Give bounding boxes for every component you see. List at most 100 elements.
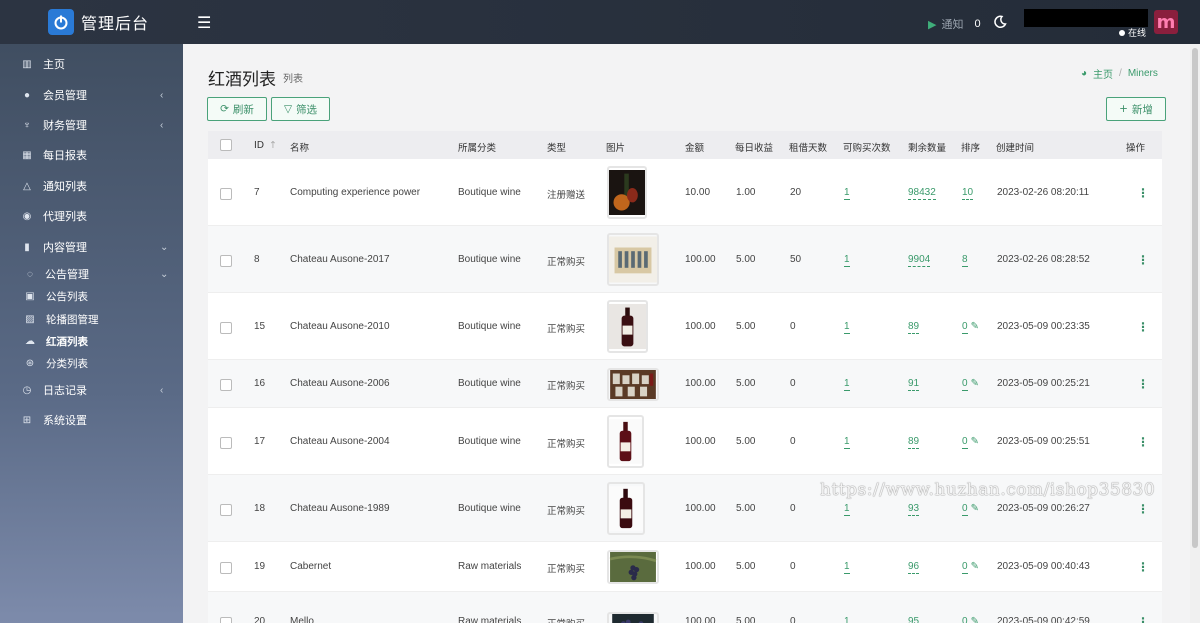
column-header[interactable]: ID bbox=[254, 140, 264, 151]
wine-thumbnail[interactable] bbox=[607, 368, 659, 401]
wine-thumbnail[interactable] bbox=[607, 300, 648, 353]
sidebar-item-finance[interactable]: ♆ 财务管理 ‹ bbox=[0, 114, 183, 136]
plus-icon: + bbox=[1119, 103, 1128, 115]
edit-icon[interactable]: ✎ bbox=[971, 616, 979, 623]
cell-remain[interactable]: 95 bbox=[908, 616, 919, 623]
brand[interactable]: 管理后台 bbox=[0, 0, 183, 44]
sort-value[interactable]: 0 bbox=[962, 436, 968, 449]
cell-times[interactable]: 1 bbox=[844, 561, 850, 574]
wine-thumbnail[interactable] bbox=[607, 415, 644, 468]
refresh-label: 刷新 bbox=[232, 103, 254, 116]
sort-value[interactable]: 10 bbox=[962, 187, 974, 200]
edit-icon[interactable]: ✎ bbox=[971, 436, 979, 447]
sidebar-item-label: 公告管理 bbox=[45, 269, 89, 281]
more-actions-icon[interactable]: ⋮ bbox=[1137, 560, 1149, 574]
cell-sort: 10 bbox=[962, 187, 974, 200]
menu-toggle-icon[interactable]: ☰ bbox=[197, 13, 211, 33]
cell-remain[interactable]: 9904 bbox=[908, 254, 931, 267]
column-header: 类型 bbox=[547, 143, 567, 154]
wine-thumbnail[interactable] bbox=[607, 482, 645, 535]
select-all-checkbox[interactable] bbox=[220, 139, 232, 151]
cell-days: 0 bbox=[790, 321, 796, 332]
username-redacted[interactable] bbox=[1024, 9, 1148, 27]
edit-icon[interactable]: ✎ bbox=[971, 378, 979, 389]
sidebar-item-category-list[interactable]: ⊛ 分类列表 bbox=[0, 352, 183, 374]
cell-remain[interactable]: 96 bbox=[908, 561, 920, 574]
cell-times[interactable]: 1 bbox=[844, 254, 850, 267]
cell-created: 2023-05-09 00:25:51 bbox=[997, 436, 1090, 447]
notification-button[interactable]: ▶ 通知 0 bbox=[928, 16, 981, 32]
wine-thumbnail[interactable] bbox=[607, 233, 659, 286]
more-actions-icon[interactable]: ⋮ bbox=[1137, 435, 1149, 449]
sidebar: ▥ 主页 ● 会员管理 ‹ ♆ 财务管理 ‹ ▦ 每日报表 △ 通知列表 ◉ 代… bbox=[0, 44, 183, 623]
sidebar-item-notifications[interactable]: △ 通知列表 bbox=[0, 175, 183, 197]
more-actions-icon[interactable]: ⋮ bbox=[1137, 320, 1149, 334]
row-checkbox[interactable] bbox=[220, 504, 232, 516]
scrollbar-thumb[interactable] bbox=[1192, 48, 1198, 548]
cell-times[interactable]: 1 bbox=[844, 436, 850, 449]
sidebar-item-content[interactable]: ▮ 内容管理 ⌄ bbox=[0, 236, 183, 258]
sidebar-item-settings[interactable]: ⊞ 系统设置 bbox=[0, 409, 183, 431]
cell-type: 注册赠送 bbox=[547, 190, 586, 201]
avatar[interactable]: m bbox=[1154, 10, 1178, 34]
wine-thumbnail[interactable] bbox=[607, 550, 659, 584]
sort-value[interactable]: 8 bbox=[962, 254, 968, 267]
wine-thumbnail[interactable] bbox=[607, 166, 647, 219]
sort-value[interactable]: 0 bbox=[962, 561, 968, 574]
sidebar-item-logs[interactable]: ◷ 日志记录 ‹ bbox=[0, 379, 183, 401]
more-actions-icon[interactable]: ⋮ bbox=[1137, 502, 1149, 516]
scrollbar[interactable] bbox=[1190, 44, 1200, 623]
sort-value[interactable]: 0 bbox=[962, 321, 968, 334]
cell-remain[interactable]: 89 bbox=[908, 436, 920, 449]
more-actions-icon[interactable]: ⋮ bbox=[1137, 253, 1149, 267]
cell-sort: 0 ✎ bbox=[962, 561, 979, 574]
breadcrumb-home[interactable]: 主页 bbox=[1093, 66, 1113, 81]
dark-mode-icon[interactable] bbox=[993, 15, 1007, 29]
cell-times[interactable]: 1 bbox=[844, 378, 850, 391]
row-checkbox[interactable] bbox=[220, 562, 232, 574]
chart-icon: ▥ bbox=[22, 58, 32, 70]
row-checkbox[interactable] bbox=[220, 322, 232, 334]
refresh-button[interactable]: ⟳ 刷新 bbox=[207, 97, 267, 121]
row-checkbox[interactable] bbox=[220, 188, 232, 200]
more-actions-icon[interactable]: ⋮ bbox=[1137, 377, 1149, 391]
cell-type: 正常购买 bbox=[547, 381, 586, 392]
sidebar-item-agents[interactable]: ◉ 代理列表 bbox=[0, 205, 183, 227]
cell-times[interactable]: 1 bbox=[844, 503, 850, 516]
sort-value[interactable]: 0 bbox=[962, 616, 968, 623]
filter-label: 筛选 bbox=[296, 103, 318, 116]
sidebar-item-notice-list[interactable]: ▣ 公告列表 bbox=[0, 285, 183, 307]
cell-remain[interactable]: 91 bbox=[908, 378, 920, 391]
add-button[interactable]: + 新增 bbox=[1106, 97, 1166, 121]
cell-id: 16 bbox=[254, 378, 266, 389]
edit-icon[interactable]: ✎ bbox=[971, 503, 979, 514]
cell-times[interactable]: 1 bbox=[844, 187, 850, 200]
row-checkbox[interactable] bbox=[220, 379, 232, 391]
sidebar-item-members[interactable]: ● 会员管理 ‹ bbox=[0, 84, 183, 106]
chevron-left-icon: ‹ bbox=[160, 89, 164, 101]
sidebar-item-carousel[interactable]: ▨ 轮播图管理 bbox=[0, 308, 183, 330]
row-checkbox[interactable] bbox=[220, 437, 232, 449]
row-checkbox[interactable] bbox=[220, 617, 232, 623]
edit-icon[interactable]: ✎ bbox=[971, 321, 979, 332]
cell-times[interactable]: 1 bbox=[844, 321, 850, 334]
sort-up-icon[interactable]: ↑ bbox=[269, 140, 277, 151]
sidebar-item-announcements[interactable]: ◌ 公告管理 ⌄ bbox=[0, 263, 183, 285]
sort-value[interactable]: 0 bbox=[962, 503, 968, 516]
cell-times[interactable]: 1 bbox=[844, 616, 850, 623]
more-actions-icon[interactable]: ⋮ bbox=[1137, 615, 1149, 623]
sidebar-item-home[interactable]: ▥ 主页 bbox=[0, 53, 183, 75]
sidebar-item-wine-list[interactable]: ☁ 红酒列表 bbox=[0, 330, 183, 352]
row-checkbox[interactable] bbox=[220, 255, 232, 267]
cell-remain[interactable]: 98432 bbox=[908, 187, 936, 200]
filter-button[interactable]: ▽ 筛选 bbox=[271, 97, 330, 121]
cell-remain[interactable]: 89 bbox=[908, 321, 920, 334]
play-icon: ▶ bbox=[928, 18, 937, 31]
cell-remain[interactable]: 93 bbox=[908, 503, 920, 516]
sidebar-item-daily-report[interactable]: ▦ 每日报表 bbox=[0, 144, 183, 166]
wine-thumbnail[interactable] bbox=[607, 612, 659, 623]
edit-icon[interactable]: ✎ bbox=[971, 561, 979, 572]
more-actions-icon[interactable]: ⋮ bbox=[1137, 186, 1149, 200]
sort-value[interactable]: 0 bbox=[962, 378, 968, 391]
sidebar-item-label: 红酒列表 bbox=[46, 335, 88, 348]
